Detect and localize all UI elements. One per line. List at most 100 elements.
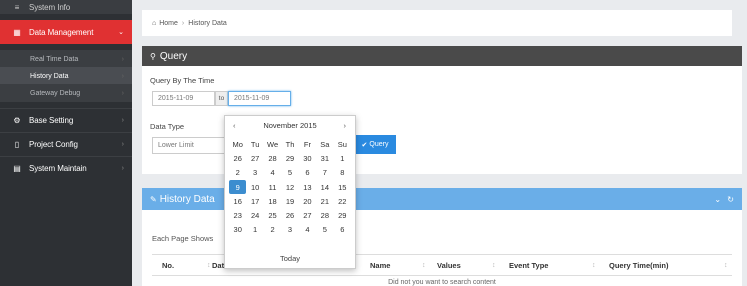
col-event-type[interactable]: Event Type	[509, 261, 548, 270]
calendar-day[interactable]: 19	[281, 194, 298, 208]
sidebar-item-label: System Maintain	[29, 164, 87, 173]
breadcrumb-current: History Data	[188, 19, 227, 27]
sidebar-subitem-history-data[interactable]: History Data ›	[0, 67, 132, 85]
calendar-day[interactable]: 18	[264, 194, 281, 208]
weekday-label: Sa	[320, 139, 330, 149]
sort-icon: ↕	[492, 261, 496, 269]
sidebar: ≡ System Info ▦ Data Management ⌄ Real T…	[0, 0, 132, 286]
list-icon: ▤	[13, 164, 21, 173]
calendar-day[interactable]: 31	[316, 151, 333, 165]
calendar-day[interactable]: 5	[316, 223, 333, 237]
calendar-day[interactable]: 25	[264, 208, 281, 222]
calendar-day[interactable]: 27	[246, 151, 263, 165]
edit-icon: ✎	[150, 194, 157, 204]
sidebar-subitem-label: Real Time Data	[30, 55, 79, 63]
calendar-day[interactable]: 14	[316, 180, 333, 194]
search-icon: ⚲	[150, 51, 156, 61]
datepicker-header: ‹ November 2015 ›	[225, 121, 355, 133]
calendar-day[interactable]: 6	[299, 166, 316, 180]
sidebar-item-system-maintain[interactable]: ▤ System Maintain ›	[0, 156, 132, 180]
weekday-label: Su	[337, 139, 347, 149]
chevron-right-icon: ›	[121, 117, 124, 124]
weekday-label: Th	[285, 139, 295, 149]
calendar-day[interactable]: 7	[316, 166, 333, 180]
chevron-right-icon: ›	[121, 165, 124, 172]
col-date[interactable]: Dat	[212, 261, 224, 270]
col-query-time[interactable]: Query Time(min)	[609, 261, 668, 270]
calendar-day[interactable]: 11	[264, 180, 281, 194]
col-values[interactable]: Values	[437, 261, 461, 270]
page-size-label: Each Page Shows	[152, 234, 214, 243]
calendar-day[interactable]: 26	[229, 151, 246, 165]
start-date-input[interactable]: 2015-11-09	[152, 91, 215, 106]
chart-icon: ▦	[13, 27, 21, 37]
calendar-day[interactable]: 23	[229, 208, 246, 222]
calendar-day[interactable]: 30	[229, 223, 246, 237]
collapse-icon[interactable]: ⌄	[714, 195, 721, 204]
calendar-day[interactable]: 22	[334, 194, 351, 208]
sidebar-subitem-gateway-debug[interactable]: Gateway Debug ›	[0, 84, 132, 102]
calendar-day[interactable]: 1	[246, 223, 263, 237]
calendar-day-selected[interactable]: 9	[229, 179, 247, 195]
calendar-day[interactable]: 20	[299, 194, 316, 208]
calendar-day[interactable]: 8	[334, 166, 351, 180]
calendar-day[interactable]: 28	[316, 208, 333, 222]
breadcrumb-separator: ›	[181, 19, 185, 27]
query-button[interactable]: ✔ Query	[354, 135, 396, 154]
next-month-button[interactable]: ›	[344, 121, 347, 130]
breadcrumb-home[interactable]: Home	[159, 20, 178, 27]
calendar-day[interactable]: 29	[281, 151, 298, 165]
calendar-day[interactable]: 15	[334, 180, 351, 194]
calendar-day[interactable]: 28	[264, 151, 281, 165]
sort-icon: ↕	[724, 261, 728, 269]
panel-tools: ⌄ ↻	[714, 195, 734, 204]
calendar-day[interactable]: 24	[246, 208, 263, 222]
col-no[interactable]: No.	[162, 261, 174, 270]
sidebar-item-label: System Info	[29, 2, 71, 12]
to-label: to	[215, 91, 228, 106]
calendar-day[interactable]: 21	[316, 194, 333, 208]
calendar-day[interactable]: 6	[334, 223, 351, 237]
col-name[interactable]: Name	[370, 261, 390, 270]
file-icon: ▯	[14, 140, 20, 149]
sidebar-item-project-config[interactable]: ▯ Project Config ›	[0, 132, 132, 156]
sidebar-subitem-real-time-data[interactable]: Real Time Data ›	[0, 50, 132, 68]
calendar-day[interactable]: 17	[246, 194, 263, 208]
home-icon[interactable]: ⌂	[152, 20, 156, 27]
calendar-day[interactable]: 2	[229, 166, 246, 180]
gear-icon: ≡	[14, 2, 20, 12]
calendar-day[interactable]: 26	[281, 208, 298, 222]
calendar-day[interactable]: 4	[299, 223, 316, 237]
datepicker-title[interactable]: November 2015	[225, 121, 355, 130]
sidebar-item-base-setting[interactable]: ⚙ Base Setting ›	[0, 108, 132, 132]
refresh-icon[interactable]: ↻	[727, 195, 734, 204]
chevron-right-icon: ›	[121, 141, 124, 148]
empty-table-message: Did not you want to search content	[388, 279, 496, 286]
calendar-day[interactable]: 30	[299, 151, 316, 165]
sidebar-item-data-management[interactable]: ▦ Data Management ⌄	[0, 20, 132, 44]
calendar-day[interactable]: 29	[334, 208, 351, 222]
calendar-day[interactable]: 12	[281, 180, 298, 194]
calendar-day[interactable]: 1	[334, 151, 351, 165]
calendar-day[interactable]: 4	[264, 166, 281, 180]
calendar-day[interactable]: 2	[264, 223, 281, 237]
settings-icon: ⚙	[13, 116, 21, 125]
calendar-day[interactable]: 16	[229, 194, 246, 208]
chevron-right-icon: ›	[121, 72, 124, 80]
sidebar-item-label: Data Management	[29, 27, 94, 37]
weekday-label: We	[267, 139, 279, 149]
calendar-day[interactable]: 27	[299, 208, 316, 222]
end-date-input[interactable]: 2015-11-09	[228, 91, 291, 106]
today-button[interactable]: Today	[225, 254, 355, 263]
sort-icon: ↕	[207, 261, 211, 269]
chevron-right-icon: ›	[121, 89, 124, 97]
weekday-label: Tu	[250, 139, 260, 149]
query-header: ⚲ Query	[142, 46, 742, 66]
sidebar-item-system-info[interactable]: ≡ System Info	[0, 0, 132, 14]
calendar-day[interactable]: 10	[246, 180, 263, 194]
chevron-down-icon: ⌄	[118, 29, 124, 36]
calendar-day[interactable]: 13	[299, 180, 316, 194]
calendar-day[interactable]: 5	[281, 166, 298, 180]
calendar-day[interactable]: 3	[281, 223, 298, 237]
calendar-day[interactable]: 3	[246, 166, 263, 180]
